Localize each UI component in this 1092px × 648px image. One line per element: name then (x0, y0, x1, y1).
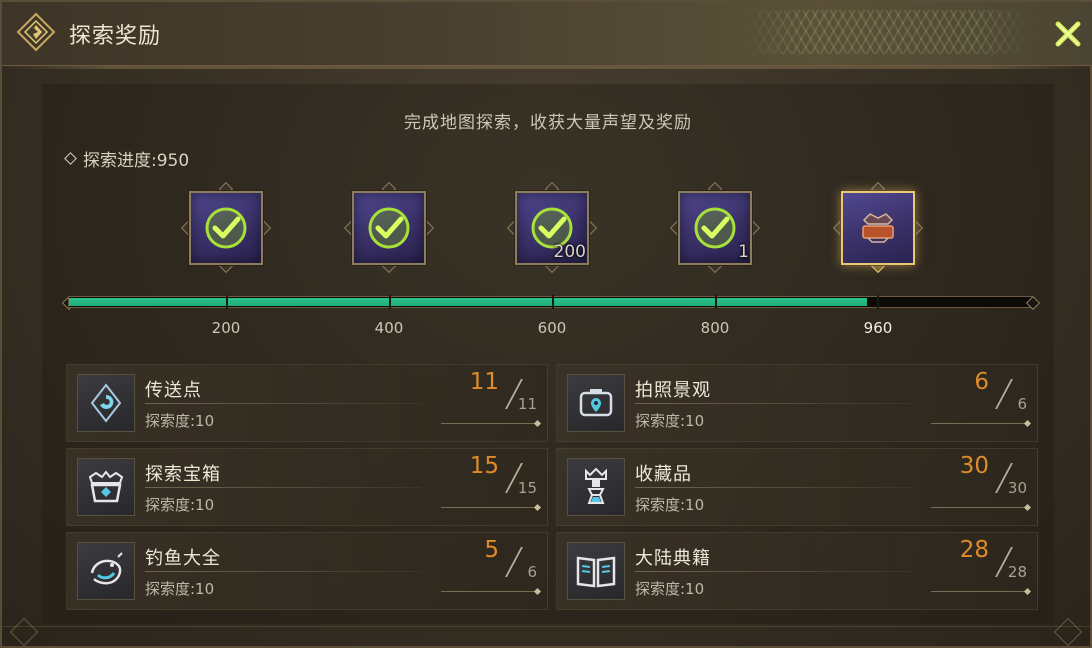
milestone-value-label: 200 (211, 319, 241, 337)
bottom-border (2, 626, 1090, 646)
stat-name: 收藏品 (635, 464, 692, 485)
stat-current: 28 (959, 537, 989, 563)
bar-node (226, 295, 228, 309)
stat-total: 30 (1007, 479, 1027, 497)
exploration-progress-label: 探索进度:950 (64, 146, 190, 171)
stat-name: 拍照景观 (635, 380, 711, 401)
claimed-check-icon (694, 207, 736, 249)
claimed-check-icon (205, 207, 247, 249)
photo-spot-icon (567, 374, 625, 432)
milestone-reward-200[interactable] (180, 181, 272, 274)
milestone-reward-600[interactable]: 200 (506, 181, 598, 274)
title-ornament (744, 10, 1034, 54)
stat-current: 5 (484, 537, 499, 563)
stat-name: 传送点 (145, 380, 202, 401)
bar-node (552, 295, 554, 309)
slash-divider (995, 379, 1013, 409)
treasure-chest-icon (77, 458, 135, 516)
window-title: 探索奖励 (69, 24, 162, 49)
fishing-icon (77, 542, 135, 600)
milestone-value-label: 400 (374, 319, 404, 337)
stat-total: 15 (517, 479, 537, 497)
stat-name: 探索宝箱 (145, 464, 221, 485)
count-underline (931, 591, 1027, 592)
divider (635, 403, 911, 404)
stat-card-photo[interactable]: 拍照景观 探索度:10 6 6 (556, 364, 1038, 442)
stat-current: 15 (469, 453, 499, 479)
stat-total: 6 (1017, 395, 1027, 413)
collectible-icon (567, 458, 625, 516)
page-subtitle: 完成地图探索，收获大量声望及奖励 (404, 113, 692, 133)
divider (145, 487, 421, 488)
badge-emblem-icon (862, 213, 894, 243)
divider (145, 571, 421, 572)
reward-quantity: 200 (553, 242, 586, 262)
stat-desc: 探索度:10 (635, 580, 705, 598)
title-bar: 探索奖励 (2, 2, 1092, 69)
exploration-progress-bar (68, 295, 1034, 309)
stat-total: 28 (1007, 563, 1027, 581)
count-underline (931, 423, 1027, 424)
milestone-value-label: 800 (700, 319, 730, 337)
stat-current: 6 (974, 369, 989, 395)
count-underline (441, 507, 537, 508)
progress-bar-fill (69, 298, 867, 306)
milestone-reward-800[interactable]: 1 (669, 181, 761, 274)
bar-node (715, 295, 717, 309)
milestone-reward-400[interactable] (343, 181, 435, 274)
stat-card-fishing[interactable]: 钓鱼大全 探索度:10 5 6 (66, 532, 548, 610)
book-icon (567, 542, 625, 600)
stat-current: 30 (959, 453, 989, 479)
stat-desc: 探索度:10 (635, 412, 705, 430)
count-underline (441, 423, 537, 424)
divider (145, 403, 421, 404)
divider (635, 571, 911, 572)
stat-total: 11 (517, 395, 537, 413)
bar-node (877, 295, 879, 309)
diamond-bullet-icon (64, 152, 77, 165)
milestone-reward-960[interactable] (832, 181, 924, 274)
claimed-check-icon (368, 207, 410, 249)
exploration-reward-window: 探索奖励 完成地图探索，收获大量声望及奖励 探索进度:950 200 1 200… (0, 0, 1092, 648)
stat-desc: 探索度:10 (145, 580, 215, 598)
stat-current: 11 (469, 369, 499, 395)
progress-text: 探索进度:950 (83, 151, 190, 171)
stat-card-teleport[interactable]: 传送点 探索度:10 11 11 (66, 364, 548, 442)
divider (635, 487, 911, 488)
stat-card-book[interactable]: 大陆典籍 探索度:10 28 28 (556, 532, 1038, 610)
stat-name: 钓鱼大全 (145, 548, 221, 569)
stat-desc: 探索度:10 (145, 496, 215, 514)
reward-quantity: 1 (738, 242, 749, 262)
bar-node (389, 295, 391, 309)
milestone-value-label: 960 (863, 319, 893, 337)
emblem-icon (16, 12, 56, 52)
stat-card-treasure[interactable]: 探索宝箱 探索度:10 15 15 (66, 448, 548, 526)
count-underline (931, 507, 1027, 508)
slash-divider (505, 547, 523, 577)
stat-total: 6 (527, 563, 537, 581)
close-x-icon (1055, 21, 1081, 47)
stat-name: 大陆典籍 (635, 548, 711, 569)
count-underline (441, 591, 537, 592)
teleport-icon (77, 374, 135, 432)
stat-card-collectible[interactable]: 收藏品 探索度:10 30 30 (556, 448, 1038, 526)
milestone-value-label: 600 (537, 319, 567, 337)
stat-desc: 探索度:10 (145, 412, 215, 430)
close-button[interactable] (1048, 14, 1088, 54)
stat-desc: 探索度:10 (635, 496, 705, 514)
